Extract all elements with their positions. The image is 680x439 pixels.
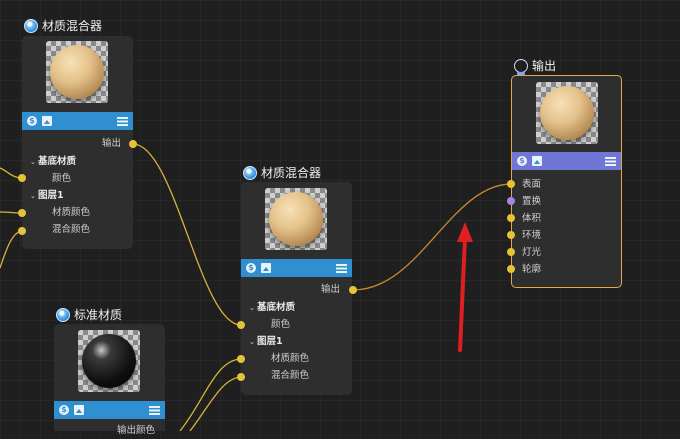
annotation-arrow [457, 222, 473, 352]
